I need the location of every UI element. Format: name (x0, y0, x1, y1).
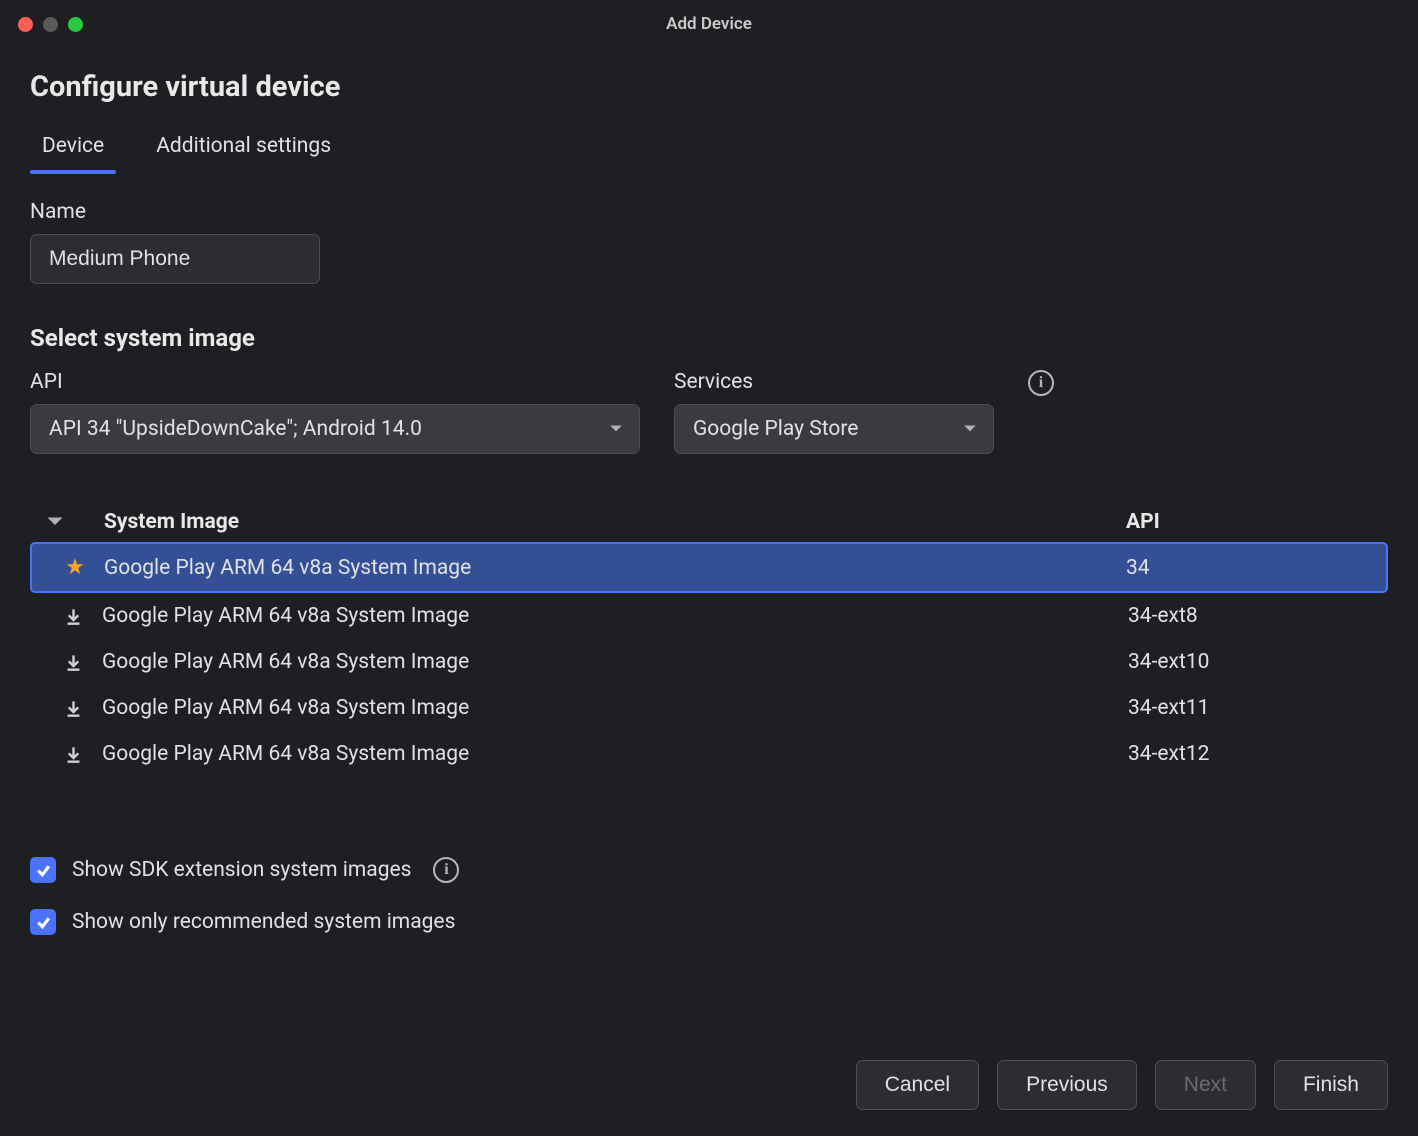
table-row[interactable]: Google Play ARM 64 v8a System Image34-ex… (30, 685, 1388, 731)
previous-button[interactable]: Previous (997, 1060, 1137, 1110)
row-name: Google Play ARM 64 v8a System Image (102, 650, 1128, 674)
finish-button[interactable]: Finish (1274, 1060, 1388, 1110)
row-name: Google Play ARM 64 v8a System Image (104, 556, 1126, 580)
table-row[interactable]: Google Play ARM 64 v8a System Image34-ex… (30, 593, 1388, 639)
tab-bar: Device Additional settings (30, 124, 1388, 174)
col-header-name: System Image (104, 510, 1126, 534)
chevron-down-icon (609, 422, 623, 436)
show-sdk-ext-label: Show SDK extension system images (72, 858, 411, 882)
api-select-value: API 34 "UpsideDownCake"; Android 14.0 (49, 417, 422, 441)
show-recommended-checkbox[interactable] (30, 909, 56, 935)
maximize-window-button[interactable] (68, 17, 83, 32)
services-select[interactable]: Google Play Store (674, 404, 994, 454)
show-recommended-label: Show only recommended system images (72, 910, 455, 934)
download-icon[interactable] (64, 745, 83, 764)
name-input[interactable] (30, 234, 320, 284)
show-sdk-ext-checkbox[interactable] (30, 857, 56, 883)
star-icon: ★ (65, 555, 85, 580)
row-api: 34-ext10 (1128, 650, 1378, 674)
window-title: Add Device (666, 14, 752, 34)
table-row[interactable]: ★ Google Play ARM 64 v8a System Image34 (30, 542, 1388, 593)
download-icon[interactable] (64, 653, 83, 672)
titlebar: Add Device (0, 0, 1418, 48)
tab-additional-settings[interactable]: Additional settings (144, 124, 343, 174)
row-api: 34 (1126, 556, 1376, 580)
info-icon[interactable]: i (433, 857, 459, 883)
info-icon[interactable]: i (1028, 370, 1054, 396)
footer: Cancel Previous Next Finish (0, 1040, 1418, 1136)
cancel-button[interactable]: Cancel (856, 1060, 979, 1110)
system-image-table: System Image API ★ Google Play ARM 64 v8a… (30, 502, 1388, 777)
api-select[interactable]: API 34 "UpsideDownCake"; Android 14.0 (30, 404, 640, 454)
tab-device[interactable]: Device (30, 124, 116, 174)
services-select-value: Google Play Store (693, 417, 858, 441)
download-icon[interactable] (64, 699, 83, 718)
api-label: API (30, 370, 640, 394)
section-heading: Select system image (30, 324, 1388, 352)
services-label: Services (674, 370, 994, 394)
page-heading: Configure virtual device (30, 70, 1388, 104)
check-icon (35, 862, 52, 879)
row-api: 34-ext8 (1128, 604, 1378, 628)
check-icon (35, 914, 52, 931)
table-row[interactable]: Google Play ARM 64 v8a System Image34-ex… (30, 639, 1388, 685)
next-button: Next (1155, 1060, 1256, 1110)
row-name: Google Play ARM 64 v8a System Image (102, 604, 1128, 628)
name-label: Name (30, 200, 1388, 224)
row-api: 34-ext11 (1128, 696, 1378, 720)
chevron-down-icon (963, 422, 977, 436)
expand-collapse-icon[interactable] (46, 513, 64, 531)
col-header-api: API (1126, 510, 1376, 534)
download-icon[interactable] (64, 607, 83, 626)
row-name: Google Play ARM 64 v8a System Image (102, 696, 1128, 720)
row-name: Google Play ARM 64 v8a System Image (102, 742, 1128, 766)
minimize-window-button (43, 17, 58, 32)
close-window-button[interactable] (18, 17, 33, 32)
table-row[interactable]: Google Play ARM 64 v8a System Image34-ex… (30, 731, 1388, 777)
row-api: 34-ext12 (1128, 742, 1378, 766)
